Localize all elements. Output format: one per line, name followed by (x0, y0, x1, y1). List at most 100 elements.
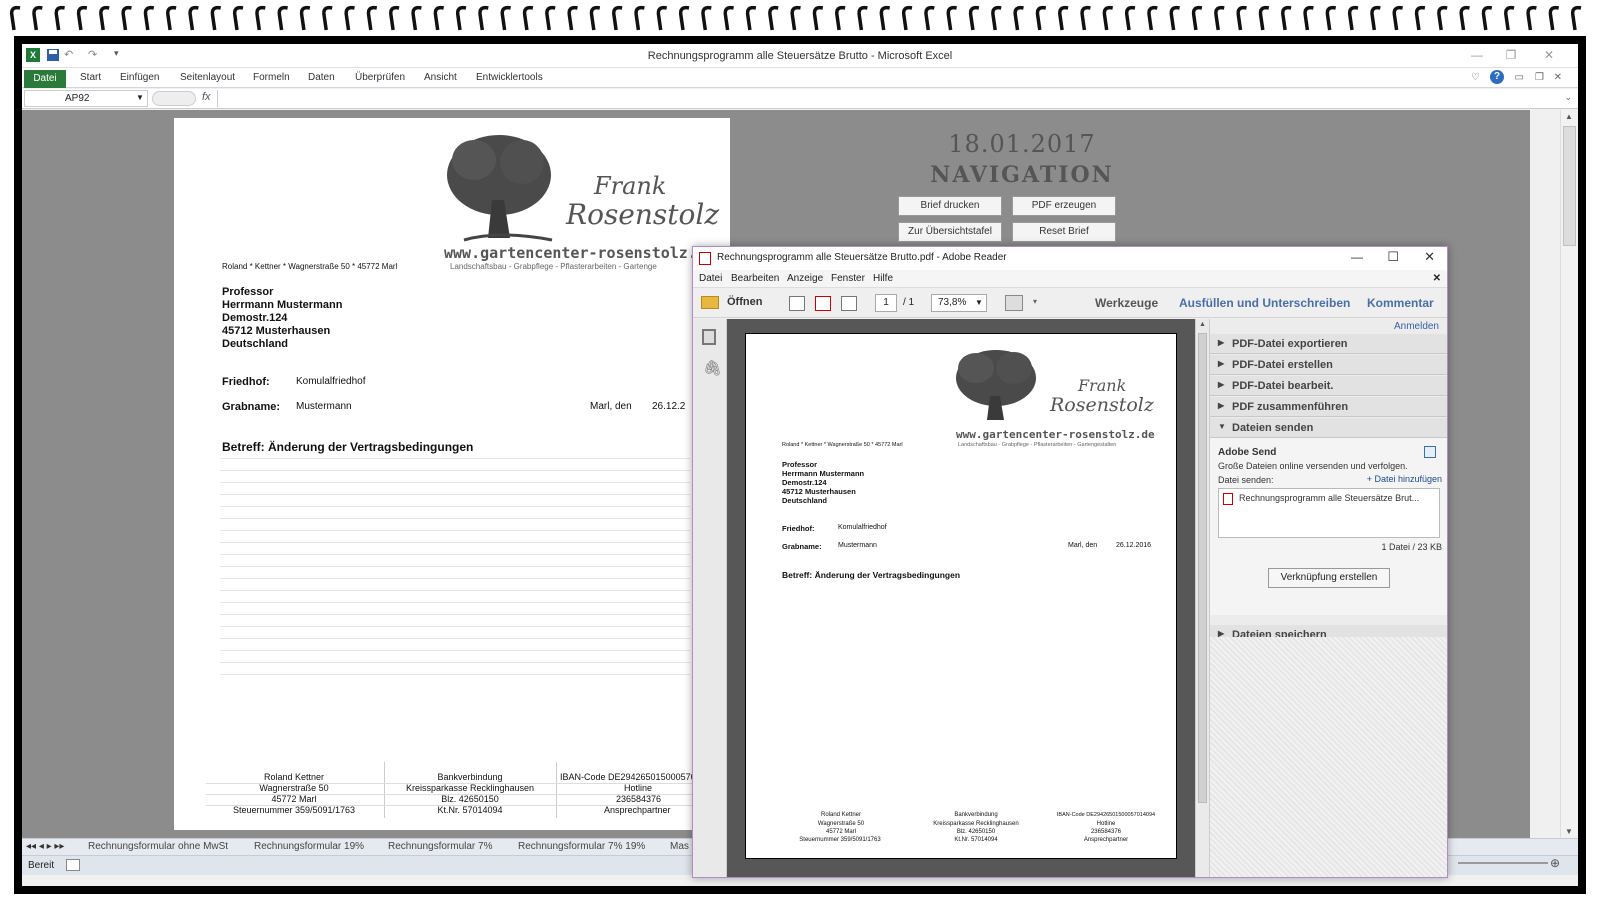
pdf-file-icon (699, 252, 711, 265)
tab-daten[interactable]: Daten (308, 72, 335, 83)
tab-formeln[interactable]: Formeln (253, 72, 290, 83)
brief-drucken-button[interactable]: Brief drucken (898, 196, 1002, 216)
spiral-binding-decoration (9, 5, 1582, 31)
export-pdf-icon[interactable] (815, 296, 831, 311)
sheet-tab[interactable]: Rechnungsformular 7% (388, 841, 493, 852)
tab-entwicklertools[interactable]: Entwicklertools (476, 72, 543, 83)
tab-seitenlayout[interactable]: Seitenlayout (180, 72, 235, 83)
reader-maximize-icon[interactable]: ☐ (1387, 249, 1399, 265)
formula-expand-control[interactable] (152, 91, 196, 106)
help-icon[interactable]: ? (1490, 70, 1504, 84)
reader-close-icon[interactable]: ✕ (1424, 249, 1435, 265)
name-box-dropdown-icon[interactable]: ▼ (136, 93, 144, 102)
attachments-icon[interactable]: 🖇 (703, 359, 722, 377)
tab-datei[interactable]: Datei (24, 70, 66, 88)
menu-hilfe[interactable]: Hilfe (873, 273, 893, 284)
macro-record-icon[interactable] (66, 859, 80, 871)
zoom-dropdown-icon[interactable]: ▼ (975, 298, 983, 307)
reader-minimize-icon[interactable]: — (1351, 250, 1363, 264)
tab-start[interactable]: Start (80, 72, 101, 83)
file-list[interactable]: Rechnungsprogramm alle Steuersätze Brut.… (1218, 488, 1440, 538)
add-file-link[interactable]: + Datei hinzufügen (1367, 474, 1442, 484)
adobe-send-description: Große Dateien online versenden und verfo… (1218, 461, 1408, 471)
werkzeuge-button[interactable]: Werkzeuge (1095, 296, 1158, 310)
pdf-file-icon (1223, 493, 1233, 505)
footer-text: Kreissparkasse Recklinghausen (933, 821, 1019, 827)
create-link-button[interactable]: Verknüpfung erstellen (1268, 568, 1390, 588)
workbook-restore-icon[interactable]: ❐ (1535, 72, 1544, 83)
toolbar-more-icon[interactable]: ▾ (1033, 297, 1037, 306)
open-button[interactable]: Öffnen (727, 296, 762, 308)
menu-anzeige[interactable]: Anzeige (787, 273, 823, 284)
reader-toolbar: Öffnen 1 / 1 73,8% ▼ ▾ Werkzeuge Ausfüll… (693, 288, 1447, 318)
date-value: 26.12.2 (652, 401, 686, 412)
workbook-close-icon[interactable]: ✕ (1554, 72, 1562, 83)
panel-pdf-zusammenfuehren[interactable]: ▶ PDF zusammenführen (1210, 397, 1447, 417)
close-icon[interactable]: ✕ (1538, 48, 1560, 64)
sheet-tab[interactable]: Mas (670, 841, 689, 852)
pdf-erzeugen-button[interactable]: PDF erzeugen (1012, 196, 1116, 216)
comment-button[interactable]: Kommentar (1367, 296, 1434, 310)
sheet-nav-icon[interactable]: ◂◂ ◂ ▸ ▸▸ (26, 841, 64, 852)
panel-dateien-senden[interactable]: ▼ Dateien senden (1210, 418, 1447, 438)
workbook-minimize-icon[interactable]: ▭ (1515, 72, 1524, 83)
page-number-input[interactable]: 1 (875, 294, 897, 312)
formula-input[interactable] (217, 90, 1574, 107)
uebersichtstafel-button[interactable]: Zur Übersichtstafel (898, 222, 1002, 242)
panel-pdf-exportieren[interactable]: ▶ PDF-Datei exportieren (1210, 334, 1447, 354)
nav-date: 18.01.2017 (948, 130, 1096, 158)
reset-brief-button[interactable]: Reset Brief (1012, 222, 1116, 242)
grabname-label: Grabname: (222, 401, 281, 413)
tab-ansicht[interactable]: Ansicht (424, 72, 457, 83)
friedhof-value: Komulalfriedhof (296, 376, 366, 387)
recipient-line: Herrmann Mustermann (222, 299, 343, 311)
footer-text: Hotline (1096, 821, 1116, 827)
panel-pdf-erstellen[interactable]: ▶ PDF-Datei erstellen (1210, 355, 1447, 375)
footer-text: Roland Kettner (820, 812, 862, 818)
panel-pdf-bearbeiten[interactable]: ▶ PDF-Datei bearbeit. (1210, 376, 1447, 396)
recipient-line: Deutschland (222, 338, 289, 350)
scroll-thumb[interactable] (1563, 126, 1576, 246)
menubar-close-icon[interactable]: ✕ (1433, 273, 1441, 284)
fit-page-icon[interactable] (1005, 295, 1023, 311)
menu-fenster[interactable]: Fenster (831, 273, 865, 284)
page-thumbnails-icon[interactable] (702, 329, 716, 345)
footer-text: Bankverbindung (954, 812, 998, 818)
adobe-send-icon[interactable] (1424, 446, 1436, 458)
formula-expand-icon[interactable]: ⌄ (1564, 92, 1572, 103)
zoom-in-icon[interactable]: ⊕ (1550, 856, 1560, 870)
menu-datei[interactable]: Datei (699, 273, 722, 284)
restore-icon[interactable]: ❐ (1500, 48, 1522, 64)
ribbon-tabs: Datei Start Einfügen Seitenlayout Formel… (22, 68, 1578, 88)
tab-ueberpruefen[interactable]: Überprüfen (355, 72, 405, 83)
ribbon-collapse-icon[interactable]: ♡ (1471, 72, 1480, 83)
fx-icon[interactable]: fx (202, 91, 211, 103)
tab-einfuegen[interactable]: Einfügen (120, 72, 159, 83)
file-item[interactable]: Rechnungsprogramm alle Steuersätze Brut.… (1239, 493, 1419, 503)
footer-text: Kt.Nr. 57014094 (437, 805, 503, 815)
sheet-tab[interactable]: Rechnungsformular 7% 19% (518, 841, 645, 852)
fill-sign-button[interactable]: Ausfüllen und Unterschreiben (1179, 296, 1350, 310)
footer-text: Ansprechpartner (1083, 837, 1129, 843)
footer-text: Kt.Nr. 57014094 (954, 837, 998, 843)
status-text: Bereit (28, 860, 55, 871)
pdf-scroll-thumb[interactable] (1198, 333, 1207, 803)
menu-bearbeiten[interactable]: Bearbeiten (731, 273, 779, 284)
folder-open-icon[interactable] (701, 296, 719, 309)
formula-bar: AP92 ▼ fx ⌄ (22, 89, 1578, 109)
pdf-viewer[interactable]: Frank Rosenstolz www.gartencenter-rosens… (727, 319, 1195, 877)
pdf-vertical-scrollbar[interactable]: ▲ (1195, 319, 1209, 877)
sheet-tab[interactable]: Rechnungsformular ohne MwSt (88, 841, 228, 852)
recipient-line: Deutschland (782, 496, 828, 505)
signin-link[interactable]: Anmelden (1394, 321, 1439, 332)
footer-text: Wagnerstraße 50 (817, 821, 865, 827)
create-pdf-icon[interactable] (789, 296, 805, 311)
excel-window: X ↶ ↷ ▾ Rechnungsprogramm alle Steuersät… (14, 36, 1586, 894)
minimize-icon[interactable]: — (1466, 48, 1488, 64)
edit-pdf-icon[interactable] (841, 296, 857, 311)
tree-logo-icon (447, 135, 553, 242)
name-box[interactable]: AP92 (24, 90, 148, 107)
vertical-scrollbar[interactable]: ▲ ▼ (1560, 110, 1578, 838)
zoom-slider[interactable] (1458, 862, 1548, 864)
sheet-tab[interactable]: Rechnungsformular 19% (254, 841, 364, 852)
